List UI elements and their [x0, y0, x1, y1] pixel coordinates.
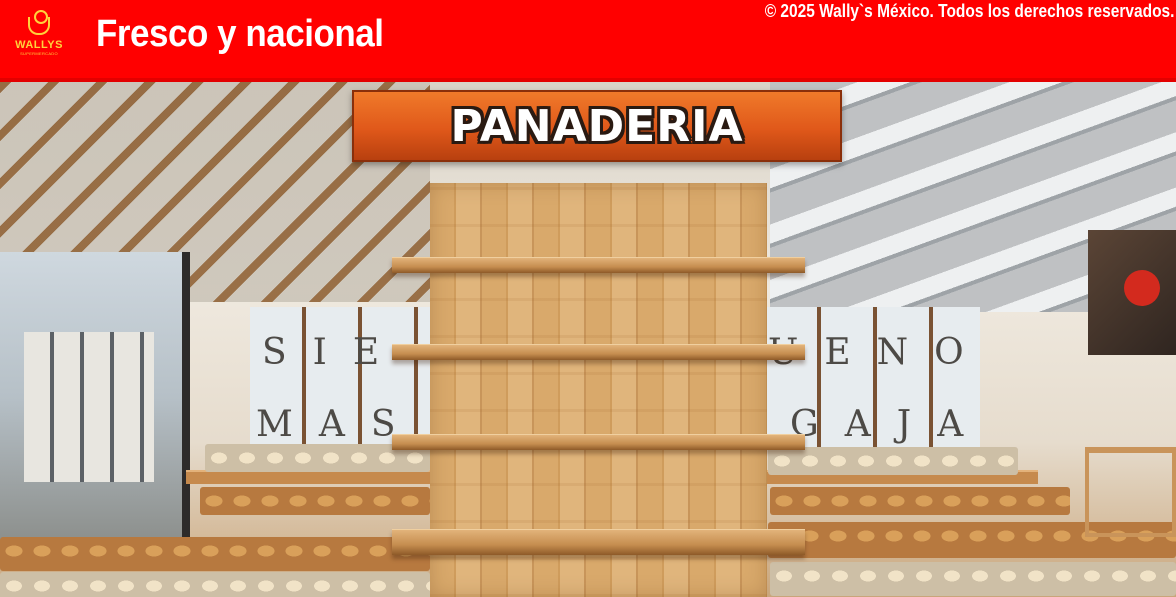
wallys-logo[interactable]: WALLYS SUPERMERCADO — [14, 9, 64, 58]
bread-tray — [0, 572, 430, 597]
logo-tagline: SUPERMERCADO — [20, 50, 58, 56]
shelf-plank-3[interactable] — [392, 434, 805, 450]
bread-tray — [770, 487, 1070, 515]
shopping-bag-icon — [28, 9, 50, 35]
top-header-bar: WALLYS SUPERMERCADO Fresco y nacional © … — [0, 0, 1176, 82]
sign-label: PANADERIA — [450, 100, 744, 152]
street-building — [24, 332, 154, 482]
wall-lettering-right-bottom: GAJA — [790, 404, 990, 445]
copyright-notice: © 2025 Wally`s México. Todos los derecho… — [764, 1, 1174, 21]
bread-counter-left — [186, 470, 431, 484]
logo-wordmark: WALLYS — [15, 38, 63, 51]
storefront-window — [0, 252, 190, 542]
bread-tray — [0, 537, 430, 571]
panaderia-sign: PANADERIA — [352, 90, 842, 162]
bread-tray — [770, 562, 1176, 596]
shelf-plank-1[interactable] — [392, 257, 805, 273]
wall-lettering-left-top: SIE — [262, 332, 406, 373]
bread-tray — [200, 487, 430, 515]
wall-poster — [1088, 230, 1176, 355]
bread-tray — [768, 447, 1018, 475]
page-title: Fresco y nacional — [96, 13, 384, 55]
side-shelf-unit — [1085, 447, 1176, 537]
shelf-plank-2[interactable] — [392, 344, 805, 360]
poster-badge-icon — [1124, 270, 1160, 306]
shelf-plank-4[interactable] — [392, 529, 805, 555]
